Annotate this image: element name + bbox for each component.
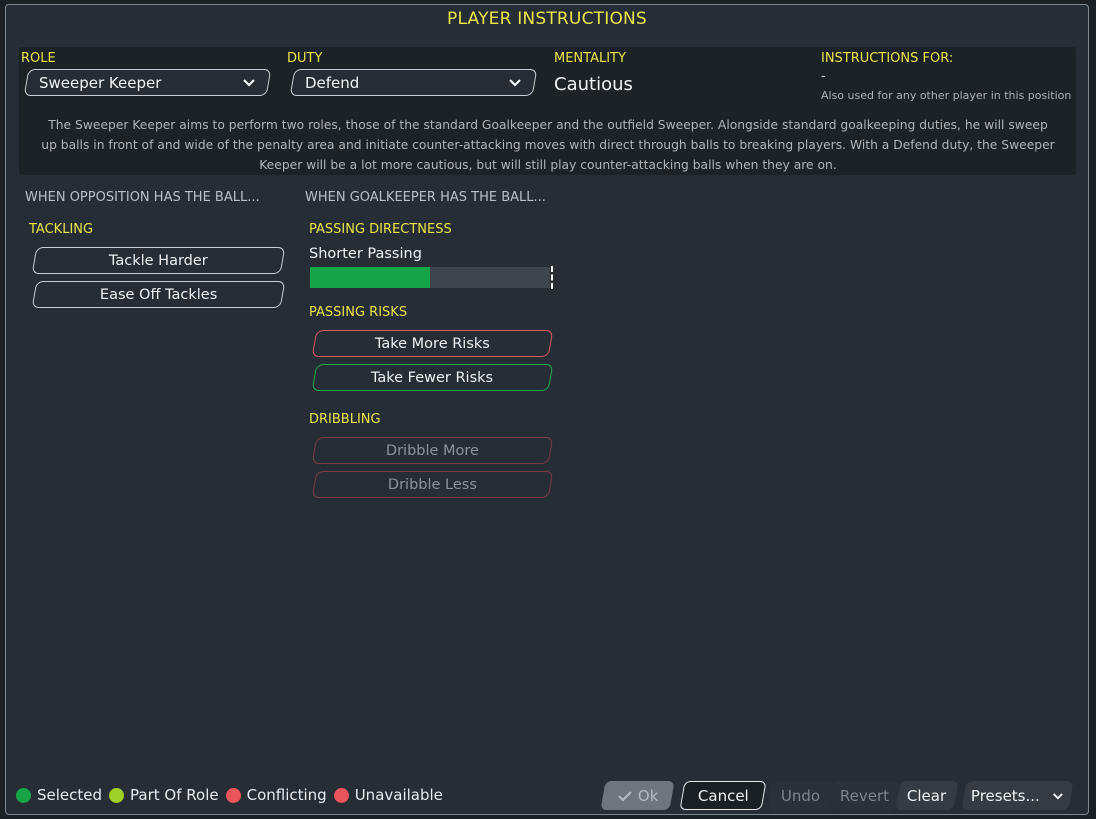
tackling-heading: TACKLING	[29, 222, 94, 237]
legend-label: Selected	[37, 786, 103, 804]
dribbling-heading: DRIBBLING	[309, 412, 381, 427]
instructions-for-note: Also used for any other player in this p…	[821, 89, 1072, 102]
chevron-down-icon	[243, 78, 255, 87]
mentality-value: Cautious	[554, 74, 633, 95]
legend-part-of-role: Part Of Role	[109, 786, 219, 804]
legend-unavailable: Unavailable	[333, 786, 443, 804]
role-panel: ROLE Sweeper Keeper DUTY Defend MENTALIT…	[19, 47, 1076, 175]
instructions-for-value: -	[821, 69, 826, 84]
slider-fill	[310, 267, 430, 288]
opposition-heading: WHEN OPPOSITION HAS THE BALL...	[25, 190, 260, 205]
clear-button[interactable]: Clear	[895, 781, 959, 810]
role-label: ROLE	[21, 51, 56, 66]
unavailable-dot-icon	[333, 787, 349, 803]
dribble-more-button: Dribble More	[311, 437, 554, 464]
passing-risks-heading: PASSING RISKS	[309, 305, 408, 320]
cancel-button[interactable]: Cancel	[679, 781, 767, 810]
dribble-less-button: Dribble Less	[311, 471, 554, 498]
instructions-for-label: INSTRUCTIONS FOR:	[821, 51, 954, 66]
tackle-harder-label: Tackle Harder	[109, 252, 208, 269]
part-of-role-dot-icon	[109, 787, 125, 803]
slider-end-marker	[551, 266, 553, 289]
legend: Selected Part Of Role Conflicting Unavai…	[16, 786, 450, 804]
presets-dropdown[interactable]: Presets...	[961, 781, 1074, 810]
duty-dropdown[interactable]: Defend	[289, 69, 538, 96]
dialog-title: PLAYER INSTRUCTIONS	[447, 9, 647, 29]
ease-off-tackles-label: Ease Off Tackles	[99, 286, 218, 303]
selected-dot-icon	[16, 787, 31, 803]
clear-label: Clear	[907, 786, 947, 805]
role-value: Sweeper Keeper	[39, 73, 162, 92]
ease-off-tackles-button[interactable]: Ease Off Tackles	[31, 281, 286, 308]
presets-label: Presets...	[971, 786, 1040, 805]
role-dropdown[interactable]: Sweeper Keeper	[23, 69, 272, 96]
legend-selected: Selected	[16, 786, 102, 804]
player-instructions-dialog: PLAYER INSTRUCTIONS ROLE Sweeper Keeper …	[5, 4, 1089, 815]
take-more-risks-label: Take More Risks	[375, 335, 490, 352]
duty-label: DUTY	[287, 51, 323, 66]
dribble-more-label: Dribble More	[385, 442, 480, 459]
legend-label: Part Of Role	[130, 786, 219, 804]
take-fewer-risks-button[interactable]: Take Fewer Risks	[311, 364, 554, 391]
mentality-label: MENTALITY	[554, 51, 626, 66]
take-more-risks-button[interactable]: Take More Risks	[311, 330, 554, 357]
conflicting-dot-icon	[225, 787, 241, 803]
duty-value: Defend	[305, 73, 360, 92]
chevron-down-icon	[509, 78, 521, 87]
undo-button[interactable]: Undo	[767, 781, 835, 810]
legend-label: Conflicting	[246, 786, 327, 804]
take-fewer-risks-label: Take Fewer Risks	[371, 369, 494, 386]
revert-button[interactable]: Revert	[829, 781, 901, 810]
undo-label: Undo	[781, 786, 821, 805]
cancel-label: Cancel	[697, 786, 749, 805]
legend-conflicting: Conflicting	[225, 786, 327, 804]
chevron-down-icon	[1053, 792, 1063, 799]
revert-label: Revert	[840, 786, 890, 805]
check-icon	[617, 790, 632, 802]
role-description: The Sweeper Keeper aims to perform two r…	[41, 118, 1055, 172]
passing-directness-value: Shorter Passing	[309, 246, 422, 262]
tackle-harder-button[interactable]: Tackle Harder	[31, 247, 286, 274]
ok-label: Ok	[637, 786, 659, 805]
passing-directness-heading: PASSING DIRECTNESS	[309, 222, 452, 237]
passing-directness-slider[interactable]	[310, 266, 553, 289]
goalkeeper-heading: WHEN GOALKEEPER HAS THE BALL...	[305, 190, 546, 205]
legend-label: Unavailable	[354, 786, 443, 804]
dribble-less-label: Dribble Less	[388, 476, 477, 493]
ok-button[interactable]: Ok	[600, 781, 675, 810]
